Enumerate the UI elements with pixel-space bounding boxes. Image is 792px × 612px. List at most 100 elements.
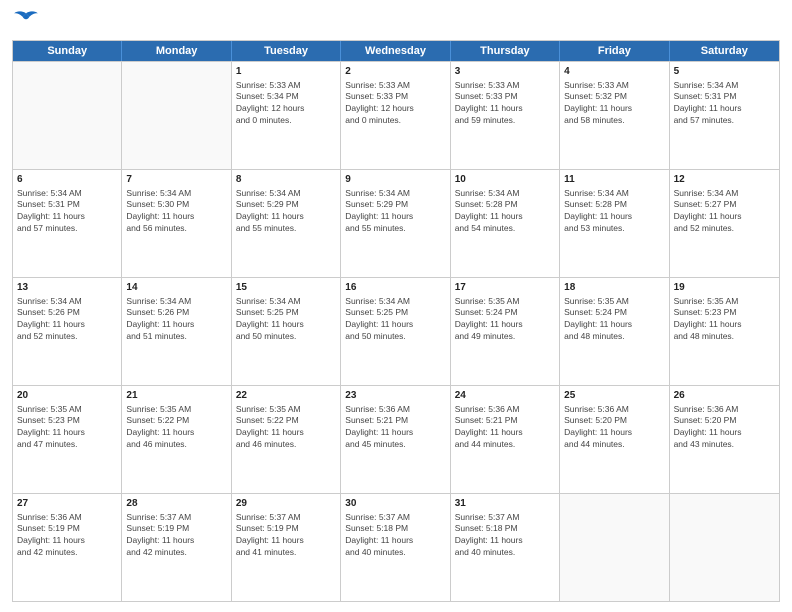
day-number: 2 [345, 65, 445, 79]
day-number: 13 [17, 281, 117, 295]
day-cell-9: 9Sunrise: 5:34 AM Sunset: 5:29 PM Daylig… [341, 170, 450, 277]
day-detail: Sunrise: 5:35 AM Sunset: 5:22 PM Dayligh… [236, 404, 336, 452]
day-number: 17 [455, 281, 555, 295]
day-cell-13: 13Sunrise: 5:34 AM Sunset: 5:26 PM Dayli… [13, 278, 122, 385]
day-detail: Sunrise: 5:34 AM Sunset: 5:30 PM Dayligh… [126, 188, 226, 236]
day-number: 8 [236, 173, 336, 187]
day-detail: Sunrise: 5:37 AM Sunset: 5:18 PM Dayligh… [455, 512, 555, 560]
day-cell-7: 7Sunrise: 5:34 AM Sunset: 5:30 PM Daylig… [122, 170, 231, 277]
day-cell-2: 2Sunrise: 5:33 AM Sunset: 5:33 PM Daylig… [341, 62, 450, 169]
day-number: 3 [455, 65, 555, 79]
week-row-2: 6Sunrise: 5:34 AM Sunset: 5:31 PM Daylig… [13, 169, 779, 277]
day-detail: Sunrise: 5:34 AM Sunset: 5:28 PM Dayligh… [455, 188, 555, 236]
day-number: 30 [345, 497, 445, 511]
day-cell-5: 5Sunrise: 5:34 AM Sunset: 5:31 PM Daylig… [670, 62, 779, 169]
day-number: 15 [236, 281, 336, 295]
day-detail: Sunrise: 5:34 AM Sunset: 5:31 PM Dayligh… [674, 80, 775, 128]
day-header-saturday: Saturday [670, 41, 779, 61]
day-header-tuesday: Tuesday [232, 41, 341, 61]
empty-cell [122, 62, 231, 169]
day-detail: Sunrise: 5:36 AM Sunset: 5:19 PM Dayligh… [17, 512, 117, 560]
day-number: 31 [455, 497, 555, 511]
day-number: 10 [455, 173, 555, 187]
day-number: 26 [674, 389, 775, 403]
day-detail: Sunrise: 5:34 AM Sunset: 5:26 PM Dayligh… [126, 296, 226, 344]
day-detail: Sunrise: 5:34 AM Sunset: 5:31 PM Dayligh… [17, 188, 117, 236]
day-cell-28: 28Sunrise: 5:37 AM Sunset: 5:19 PM Dayli… [122, 494, 231, 601]
calendar-body: 1Sunrise: 5:33 AM Sunset: 5:34 PM Daylig… [13, 61, 779, 601]
week-row-3: 13Sunrise: 5:34 AM Sunset: 5:26 PM Dayli… [13, 277, 779, 385]
day-number: 19 [674, 281, 775, 295]
day-number: 24 [455, 389, 555, 403]
day-detail: Sunrise: 5:37 AM Sunset: 5:18 PM Dayligh… [345, 512, 445, 560]
calendar-header-row: SundayMondayTuesdayWednesdayThursdayFrid… [13, 41, 779, 61]
day-cell-27: 27Sunrise: 5:36 AM Sunset: 5:19 PM Dayli… [13, 494, 122, 601]
day-detail: Sunrise: 5:34 AM Sunset: 5:29 PM Dayligh… [236, 188, 336, 236]
day-detail: Sunrise: 5:35 AM Sunset: 5:24 PM Dayligh… [564, 296, 664, 344]
day-detail: Sunrise: 5:35 AM Sunset: 5:23 PM Dayligh… [674, 296, 775, 344]
day-cell-31: 31Sunrise: 5:37 AM Sunset: 5:18 PM Dayli… [451, 494, 560, 601]
day-detail: Sunrise: 5:36 AM Sunset: 5:21 PM Dayligh… [455, 404, 555, 452]
day-detail: Sunrise: 5:33 AM Sunset: 5:33 PM Dayligh… [455, 80, 555, 128]
day-cell-24: 24Sunrise: 5:36 AM Sunset: 5:21 PM Dayli… [451, 386, 560, 493]
day-number: 23 [345, 389, 445, 403]
day-cell-23: 23Sunrise: 5:36 AM Sunset: 5:21 PM Dayli… [341, 386, 450, 493]
calendar: SundayMondayTuesdayWednesdayThursdayFrid… [12, 40, 780, 602]
day-number: 14 [126, 281, 226, 295]
day-header-thursday: Thursday [451, 41, 560, 61]
day-cell-10: 10Sunrise: 5:34 AM Sunset: 5:28 PM Dayli… [451, 170, 560, 277]
day-number: 7 [126, 173, 226, 187]
day-detail: Sunrise: 5:33 AM Sunset: 5:34 PM Dayligh… [236, 80, 336, 128]
day-number: 12 [674, 173, 775, 187]
day-number: 16 [345, 281, 445, 295]
day-detail: Sunrise: 5:33 AM Sunset: 5:32 PM Dayligh… [564, 80, 664, 128]
day-cell-14: 14Sunrise: 5:34 AM Sunset: 5:26 PM Dayli… [122, 278, 231, 385]
day-detail: Sunrise: 5:34 AM Sunset: 5:25 PM Dayligh… [236, 296, 336, 344]
day-header-monday: Monday [122, 41, 231, 61]
day-cell-22: 22Sunrise: 5:35 AM Sunset: 5:22 PM Dayli… [232, 386, 341, 493]
day-cell-25: 25Sunrise: 5:36 AM Sunset: 5:20 PM Dayli… [560, 386, 669, 493]
day-number: 1 [236, 65, 336, 79]
day-detail: Sunrise: 5:35 AM Sunset: 5:23 PM Dayligh… [17, 404, 117, 452]
day-detail: Sunrise: 5:34 AM Sunset: 5:26 PM Dayligh… [17, 296, 117, 344]
day-number: 22 [236, 389, 336, 403]
day-detail: Sunrise: 5:34 AM Sunset: 5:29 PM Dayligh… [345, 188, 445, 236]
day-cell-6: 6Sunrise: 5:34 AM Sunset: 5:31 PM Daylig… [13, 170, 122, 277]
day-cell-16: 16Sunrise: 5:34 AM Sunset: 5:25 PM Dayli… [341, 278, 450, 385]
day-number: 6 [17, 173, 117, 187]
day-cell-4: 4Sunrise: 5:33 AM Sunset: 5:32 PM Daylig… [560, 62, 669, 169]
day-detail: Sunrise: 5:36 AM Sunset: 5:20 PM Dayligh… [564, 404, 664, 452]
day-number: 18 [564, 281, 664, 295]
day-detail: Sunrise: 5:34 AM Sunset: 5:27 PM Dayligh… [674, 188, 775, 236]
day-cell-8: 8Sunrise: 5:34 AM Sunset: 5:29 PM Daylig… [232, 170, 341, 277]
day-cell-21: 21Sunrise: 5:35 AM Sunset: 5:22 PM Dayli… [122, 386, 231, 493]
day-cell-1: 1Sunrise: 5:33 AM Sunset: 5:34 PM Daylig… [232, 62, 341, 169]
empty-cell [13, 62, 122, 169]
day-header-sunday: Sunday [13, 41, 122, 61]
empty-cell [560, 494, 669, 601]
page: SundayMondayTuesdayWednesdayThursdayFrid… [0, 0, 792, 612]
week-row-5: 27Sunrise: 5:36 AM Sunset: 5:19 PM Dayli… [13, 493, 779, 601]
day-detail: Sunrise: 5:36 AM Sunset: 5:20 PM Dayligh… [674, 404, 775, 452]
day-number: 28 [126, 497, 226, 511]
day-number: 25 [564, 389, 664, 403]
day-cell-11: 11Sunrise: 5:34 AM Sunset: 5:28 PM Dayli… [560, 170, 669, 277]
day-number: 21 [126, 389, 226, 403]
day-number: 20 [17, 389, 117, 403]
day-number: 9 [345, 173, 445, 187]
header [12, 10, 780, 32]
day-detail: Sunrise: 5:37 AM Sunset: 5:19 PM Dayligh… [236, 512, 336, 560]
day-detail: Sunrise: 5:34 AM Sunset: 5:28 PM Dayligh… [564, 188, 664, 236]
day-cell-17: 17Sunrise: 5:35 AM Sunset: 5:24 PM Dayli… [451, 278, 560, 385]
day-detail: Sunrise: 5:35 AM Sunset: 5:24 PM Dayligh… [455, 296, 555, 344]
day-detail: Sunrise: 5:36 AM Sunset: 5:21 PM Dayligh… [345, 404, 445, 452]
day-cell-15: 15Sunrise: 5:34 AM Sunset: 5:25 PM Dayli… [232, 278, 341, 385]
day-header-wednesday: Wednesday [341, 41, 450, 61]
logo-bird-icon [12, 10, 40, 32]
day-cell-30: 30Sunrise: 5:37 AM Sunset: 5:18 PM Dayli… [341, 494, 450, 601]
day-cell-20: 20Sunrise: 5:35 AM Sunset: 5:23 PM Dayli… [13, 386, 122, 493]
day-number: 4 [564, 65, 664, 79]
day-header-friday: Friday [560, 41, 669, 61]
logo [12, 10, 44, 32]
day-cell-29: 29Sunrise: 5:37 AM Sunset: 5:19 PM Dayli… [232, 494, 341, 601]
